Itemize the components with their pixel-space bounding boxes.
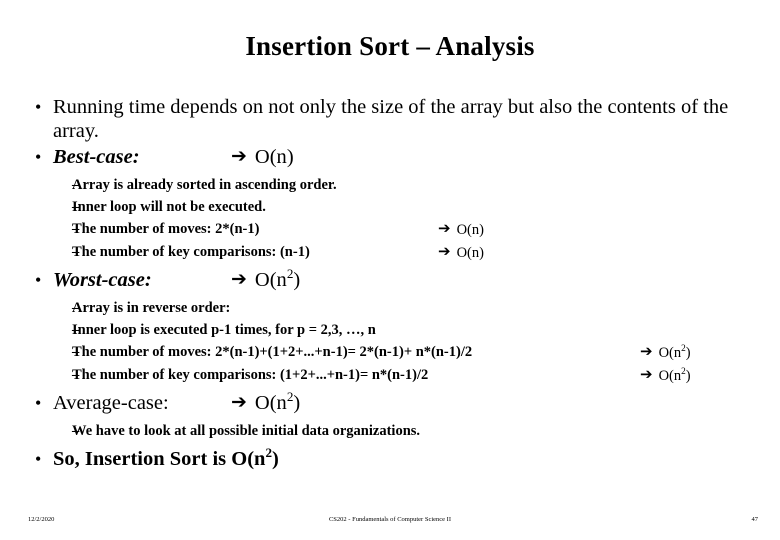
bullet-glyph-icon: • bbox=[35, 449, 42, 470]
slide-footer: 12/2/2020 CS202 - Fundamentals of Comput… bbox=[0, 506, 780, 540]
list-item: – Inner loop is executed p-1 times, for … bbox=[28, 322, 756, 338]
best-case-sublist: – Array is already sorted in ascending o… bbox=[28, 177, 756, 261]
list-item-text: Array is in reverse order: bbox=[72, 299, 231, 316]
list-item-tail: ➔ O(n) bbox=[438, 219, 484, 239]
conclusion-text: So, Insertion Sort is O(n2) bbox=[53, 445, 279, 471]
list-item-text: The number of key comparisons: (1+2+...+… bbox=[72, 366, 429, 383]
list-item: – The number of key comparisons: (1+2+..… bbox=[28, 364, 756, 384]
worst-case-complexity: O(n2) bbox=[254, 266, 301, 291]
list-item-text: The number of key comparisons: (n-1) bbox=[72, 243, 310, 260]
dash-glyph-icon: – bbox=[72, 422, 80, 439]
best-case-label: Best-case: bbox=[53, 145, 140, 168]
dash-glyph-icon: – bbox=[72, 299, 80, 316]
dash-glyph-icon: – bbox=[72, 366, 80, 383]
list-item: – Array is in reverse order: bbox=[28, 300, 756, 316]
bullet-glyph-icon: • bbox=[35, 97, 42, 117]
worst-case-row: Worst-case: ➔ O(n2) bbox=[53, 266, 756, 293]
list-item: – The number of moves: 2*(n-1)+(1+2+...+… bbox=[28, 342, 756, 362]
dash-glyph-icon: – bbox=[72, 199, 80, 216]
average-case-row: Average-case: ➔ O(n2) bbox=[53, 388, 756, 416]
list-item: – The number of key comparisons: (n-1) ➔… bbox=[28, 241, 756, 261]
list-item-tail: ➔ O(n) bbox=[438, 241, 484, 261]
bullet-glyph-icon: • bbox=[35, 146, 42, 167]
worst-case-label: Worst-case: bbox=[53, 268, 152, 291]
arrow-right-icon: ➔ bbox=[231, 144, 247, 167]
list-item-complexity: O(n) bbox=[456, 244, 484, 261]
list-item-tail: ➔ O(n2) bbox=[640, 364, 691, 384]
footer-course: CS202 - Fundamentals of Computer Science… bbox=[328, 516, 452, 523]
dash-glyph-icon: – bbox=[72, 243, 80, 260]
list-item-text: The number of moves: 2*(n-1)+(1+2+...+n-… bbox=[72, 344, 473, 361]
list-item: – Inner loop will not be executed. bbox=[28, 199, 756, 215]
average-case-complexity: O(n2) bbox=[254, 388, 301, 414]
dash-glyph-icon: – bbox=[72, 322, 80, 339]
bullet-average-case: • Average-case: ➔ O(n2) bbox=[28, 388, 756, 416]
dash-glyph-icon: – bbox=[72, 221, 80, 238]
list-item-text: Inner loop will not be executed. bbox=[72, 199, 266, 216]
average-case-sublist: – We have to look at all possible initia… bbox=[28, 423, 756, 439]
bullet-intro-text: Running time depends on not only the siz… bbox=[53, 96, 729, 142]
arrow-right-icon: ➔ bbox=[640, 342, 653, 361]
list-item: – The number of moves: 2*(n-1) ➔ O(n) bbox=[28, 219, 756, 239]
bullet-glyph-icon: • bbox=[35, 392, 42, 413]
list-item-complexity: O(n2) bbox=[658, 344, 691, 362]
bullet-conclusion: • So, Insertion Sort is O(n2) bbox=[28, 445, 756, 472]
average-case-label: Average-case: bbox=[53, 391, 169, 414]
arrow-right-icon: ➔ bbox=[438, 241, 451, 260]
page-title: Insertion Sort – Analysis bbox=[245, 31, 535, 61]
arrow-right-icon: ➔ bbox=[231, 390, 247, 413]
best-case-complexity: O(n) bbox=[254, 145, 294, 168]
list-item-complexity: O(n2) bbox=[658, 366, 691, 384]
list-item: – We have to look at all possible initia… bbox=[28, 423, 756, 439]
worst-case-sublist: – Array is in reverse order: – Inner loo… bbox=[28, 300, 756, 384]
bullet-glyph-icon: • bbox=[35, 269, 42, 290]
footer-page-number: 47 bbox=[751, 516, 759, 523]
list-item-text: Inner loop is executed p-1 times, for p … bbox=[72, 322, 376, 339]
best-case-row: Best-case: ➔ O(n) bbox=[53, 144, 756, 170]
slide-body: • Running time depends on not only the s… bbox=[28, 96, 756, 474]
bullet-worst-case: • Worst-case: ➔ O(n2) bbox=[28, 266, 756, 293]
arrow-right-icon: ➔ bbox=[640, 364, 653, 383]
arrow-right-icon: ➔ bbox=[231, 267, 247, 290]
arrow-right-icon: ➔ bbox=[438, 219, 451, 238]
list-item-tail: ➔ O(n2) bbox=[640, 342, 691, 362]
list-item-text: Array is already sorted in ascending ord… bbox=[72, 176, 337, 193]
list-item-text: We have to look at all possible initial … bbox=[72, 422, 421, 439]
list-item: – Array is already sorted in ascending o… bbox=[28, 177, 756, 193]
bullet-best-case: • Best-case: ➔ O(n) bbox=[28, 144, 756, 170]
dash-glyph-icon: – bbox=[72, 344, 80, 361]
list-item-complexity: O(n) bbox=[456, 222, 484, 239]
slide: Insertion Sort – Analysis • Running time… bbox=[0, 0, 780, 540]
dash-glyph-icon: – bbox=[72, 176, 80, 193]
bullet-intro: • Running time depends on not only the s… bbox=[28, 96, 756, 144]
list-item-text: The number of moves: 2*(n-1) bbox=[72, 221, 260, 238]
